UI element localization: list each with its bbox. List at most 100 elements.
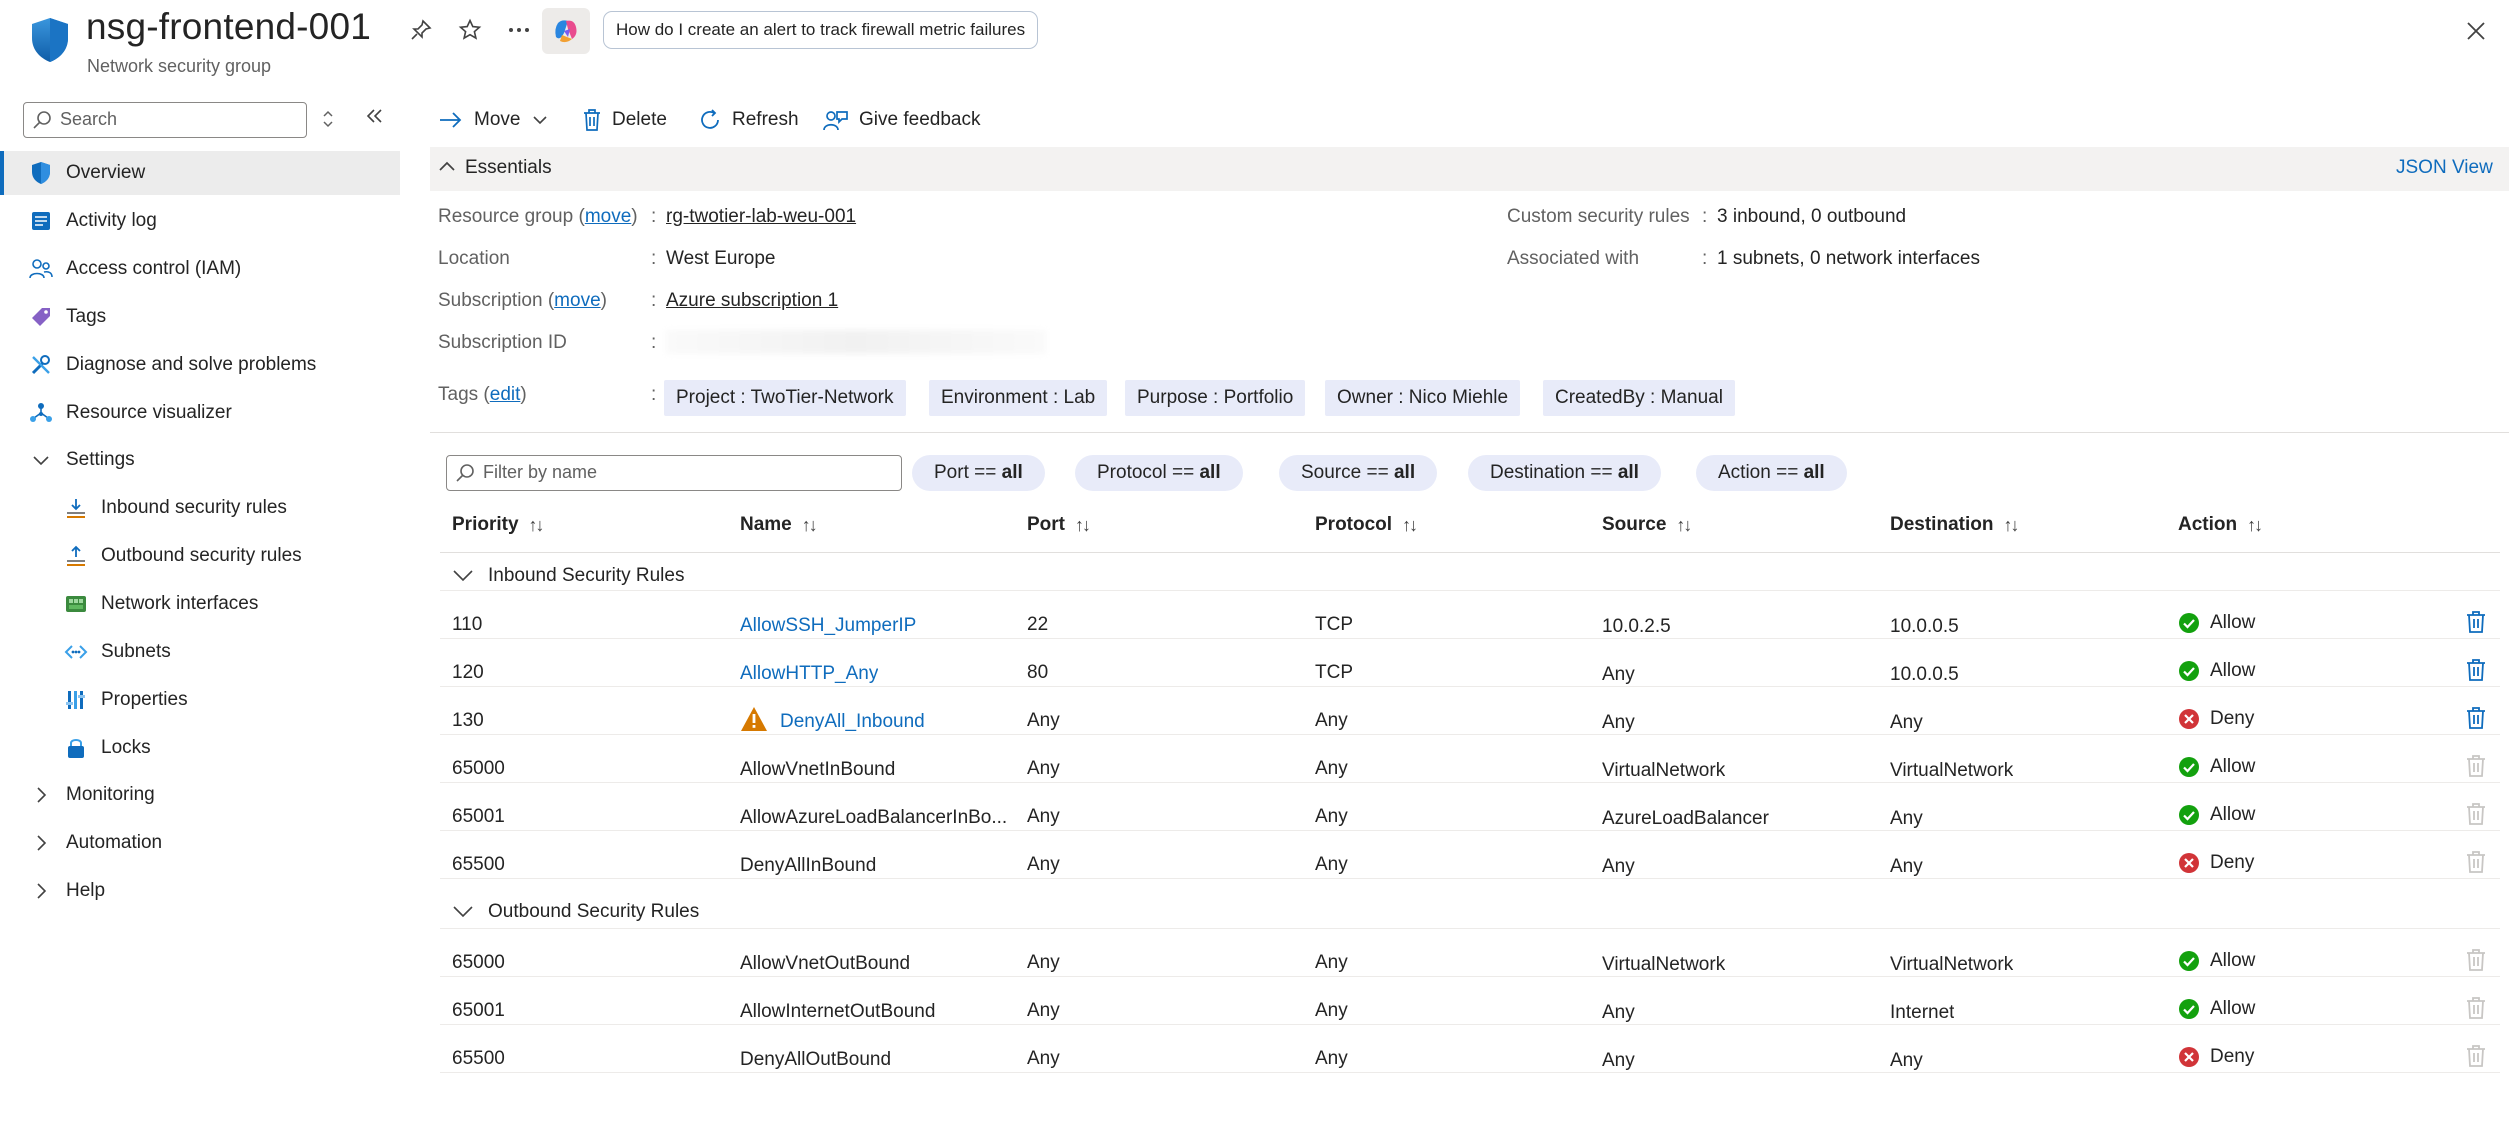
group-inbound-rules[interactable]: Inbound Security Rules xyxy=(452,565,684,587)
copilot-suggestion-chip[interactable]: How do I create an alert to track firewa… xyxy=(603,11,1039,49)
sidebar-item-overview[interactable]: Overview xyxy=(0,151,400,195)
hierarchy-icon xyxy=(28,400,54,426)
sidebar-item-tags[interactable]: Tags xyxy=(0,295,400,339)
collapse-sidebar-icon[interactable] xyxy=(364,106,384,132)
column-header-port[interactable]: Port ↑↓ xyxy=(1027,514,1091,536)
resource-group-link[interactable]: rg-twotier-lab-weu-001 xyxy=(666,206,856,228)
filter-pill-protocol[interactable]: Protocol == all xyxy=(1075,455,1243,491)
delete-rule-icon[interactable] xyxy=(2465,658,2487,682)
sidebar-item-outbound-rules[interactable]: Outbound security rules xyxy=(0,534,400,578)
row-divider xyxy=(440,1072,2500,1073)
rule-action-label: Allow xyxy=(2210,950,2256,971)
close-icon[interactable] xyxy=(2459,14,2493,48)
refresh-button[interactable]: Refresh xyxy=(698,104,799,136)
filter-pill-action[interactable]: Action == all xyxy=(1696,455,1847,491)
header-divider xyxy=(440,552,2500,553)
column-header-priority[interactable]: Priority ↑↓ xyxy=(452,514,545,536)
rule-port: Any xyxy=(1027,806,1060,827)
move-resource-group-link[interactable]: move xyxy=(585,206,631,227)
rule-port: Any xyxy=(1027,952,1060,973)
activity-log-icon xyxy=(28,208,54,234)
filter-pill-source[interactable]: Source == all xyxy=(1279,455,1438,491)
sidebar-item-activity-log[interactable]: Activity log xyxy=(0,199,400,243)
subscription-link[interactable]: Azure subscription 1 xyxy=(666,290,838,312)
sidebar-group-monitoring[interactable]: Monitoring xyxy=(0,773,400,817)
custom-rules-value: 3 inbound, 0 outbound xyxy=(1717,206,1907,227)
sidebar-item-network-interfaces[interactable]: Network interfaces xyxy=(0,582,400,626)
column-header-destination[interactable]: Destination ↑↓ xyxy=(1890,514,2019,536)
expand-collapse-icon[interactable] xyxy=(321,108,335,135)
chevron-up-icon[interactable] xyxy=(438,158,456,181)
give-feedback-button[interactable]: Give feedback xyxy=(823,104,980,136)
copilot-icon[interactable] xyxy=(542,8,590,54)
sidebar-item-label: Subnets xyxy=(101,641,171,662)
sidebar-item-label: Settings xyxy=(66,449,135,470)
sidebar-search-input[interactable]: Search xyxy=(23,102,307,138)
sidebar-item-subnets[interactable]: Subnets xyxy=(0,630,400,674)
rule-name: AllowVnetInBound xyxy=(740,759,896,780)
rule-port: Any xyxy=(1027,710,1060,731)
sidebar-item-properties[interactable]: Properties xyxy=(0,678,400,722)
json-view-link[interactable]: JSON View xyxy=(2396,157,2493,179)
sidebar-item-resource-visualizer[interactable]: Resource visualizer xyxy=(0,391,400,435)
chevron-down-icon xyxy=(28,447,54,473)
sidebar-item-access-control[interactable]: Access control (IAM) xyxy=(0,247,400,291)
sidebar-group-automation[interactable]: Automation xyxy=(0,821,400,865)
delete-button[interactable]: Delete xyxy=(582,104,667,136)
rule-protocol: TCP xyxy=(1315,614,1353,635)
edit-tags-link[interactable]: edit xyxy=(490,384,521,405)
search-icon xyxy=(456,464,474,482)
rule-destination: Any xyxy=(1890,1050,1923,1071)
column-header-source[interactable]: Source ↑↓ xyxy=(1602,514,1692,536)
more-icon[interactable] xyxy=(504,15,534,45)
move-subscription-link[interactable]: move xyxy=(554,290,600,311)
sidebar-item-label: Properties xyxy=(101,689,188,710)
subscription-row: Subscription (move) xyxy=(438,290,607,311)
rule-name: AllowInternetOutBound xyxy=(740,1001,936,1022)
filter-pill-port[interactable]: Port == all xyxy=(912,455,1045,491)
star-icon[interactable] xyxy=(455,15,485,45)
move-button[interactable]: Move xyxy=(438,104,558,136)
rule-protocol: Any xyxy=(1315,758,1348,779)
check-circle-icon xyxy=(2179,613,2199,633)
rule-source: Any xyxy=(1602,1050,1635,1071)
sort-icon: ↑↓ xyxy=(2247,514,2263,535)
sidebar-item-locks[interactable]: Locks xyxy=(0,726,400,770)
rule-action: Deny xyxy=(2178,852,2254,874)
sidebar-group-settings[interactable]: Settings xyxy=(0,438,400,482)
column-header-name[interactable]: Name ↑↓ xyxy=(740,514,818,536)
page-subtitle: Network security group xyxy=(87,56,272,76)
delete-rule-icon[interactable] xyxy=(2465,706,2487,730)
pin-icon[interactable] xyxy=(406,15,436,45)
filter-by-name-input[interactable]: Filter by name xyxy=(446,455,902,491)
rule-priority: 65500 xyxy=(452,1048,505,1069)
essentials-divider xyxy=(430,432,2509,433)
rule-action-label: Allow xyxy=(2210,660,2256,681)
rule-name-link[interactable]: AllowSSH_JumperIP xyxy=(740,615,916,637)
sidebar-group-help[interactable]: Help xyxy=(0,869,400,913)
rule-name-link[interactable]: DenyAll_Inbound xyxy=(780,711,925,733)
tag-icon xyxy=(28,304,54,330)
essentials-header[interactable] xyxy=(430,147,2509,191)
column-header-action[interactable]: Action ↑↓ xyxy=(2178,514,2263,536)
refresh-label: Refresh xyxy=(732,109,799,130)
sidebar-item-label: Activity log xyxy=(66,210,157,231)
delete-rule-icon[interactable] xyxy=(2465,610,2487,634)
sidebar-item-label: Automation xyxy=(66,832,163,853)
error-circle-icon xyxy=(2179,709,2199,729)
group-outbound-rules[interactable]: Outbound Security Rules xyxy=(452,901,699,923)
subnet-icon xyxy=(63,639,89,665)
tag-chip: Project : TwoTier-Network xyxy=(664,380,906,416)
rule-name: AllowAzureLoadBalancerInBo... xyxy=(740,807,1008,828)
rule-action: Deny xyxy=(2178,1046,2254,1068)
tags-label: Tags xyxy=(438,384,479,405)
sidebar-item-diagnose[interactable]: Diagnose and solve problems xyxy=(0,343,400,387)
rule-source: Any xyxy=(1602,856,1635,877)
nsg-shield-icon xyxy=(28,16,72,64)
chevron-down-icon xyxy=(533,116,548,125)
rule-name-link[interactable]: AllowHTTP_Any xyxy=(740,663,878,685)
filter-pill-destination[interactable]: Destination == all xyxy=(1468,455,1661,491)
error-circle-icon xyxy=(2179,853,2199,873)
sidebar-item-inbound-rules[interactable]: Inbound security rules xyxy=(0,486,400,530)
column-header-protocol[interactable]: Protocol ↑↓ xyxy=(1315,514,1418,536)
